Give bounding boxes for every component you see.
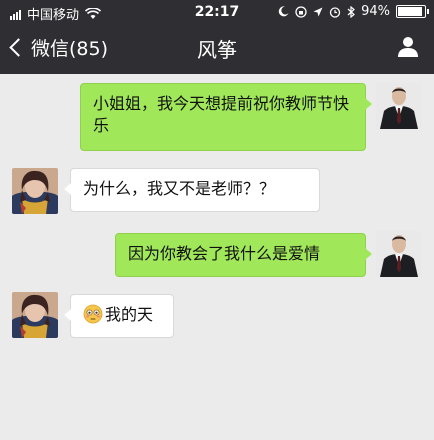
chat-area: 小姐姐，我今天想提前祝你教师节快乐 为什么，我又不是老师？？ 因为你教会了我什么… [0,74,434,440]
nav-bar: 微信(85) 风筝 [0,24,434,74]
flushed-face-icon [83,304,103,324]
contact-avatar[interactable] [12,168,58,214]
contact-avatar[interactable] [12,292,58,338]
battery-icon [396,5,429,18]
message-text: 因为你教会了我什么是爱情 [128,244,321,263]
alarm-icon [329,6,341,18]
location-icon [313,7,323,16]
message-bubble-outgoing[interactable]: 因为你教会了我什么是爱情 [115,233,372,277]
status-bar: 中国移动 22:17 94% [0,0,434,24]
bluetooth-icon [347,5,356,18]
my-avatar[interactable] [376,83,422,129]
message-bubble-outgoing[interactable]: 小姐姐，我今天想提前祝你教师节快乐 [80,83,372,151]
top-bar: 中国移动 22:17 94% 微信(85) 风筝 [0,0,434,74]
profile-icon[interactable] [396,34,420,58]
message-bubble-incoming[interactable]: 我的天 [64,294,174,338]
message-text: 小姐姐，我今天想提前祝你教师节快乐 [93,94,350,135]
rotation-lock-icon [295,5,307,18]
my-avatar[interactable] [376,231,422,277]
message-bubble-incoming[interactable]: 为什么，我又不是老师？？ [64,168,320,212]
message-text: 为什么，我又不是老师？？ [83,179,276,198]
chat-title: 风筝 [197,38,237,62]
battery-percent: 94% [361,4,390,19]
moon-icon [278,6,289,17]
message-text: 我的天 [105,305,154,324]
